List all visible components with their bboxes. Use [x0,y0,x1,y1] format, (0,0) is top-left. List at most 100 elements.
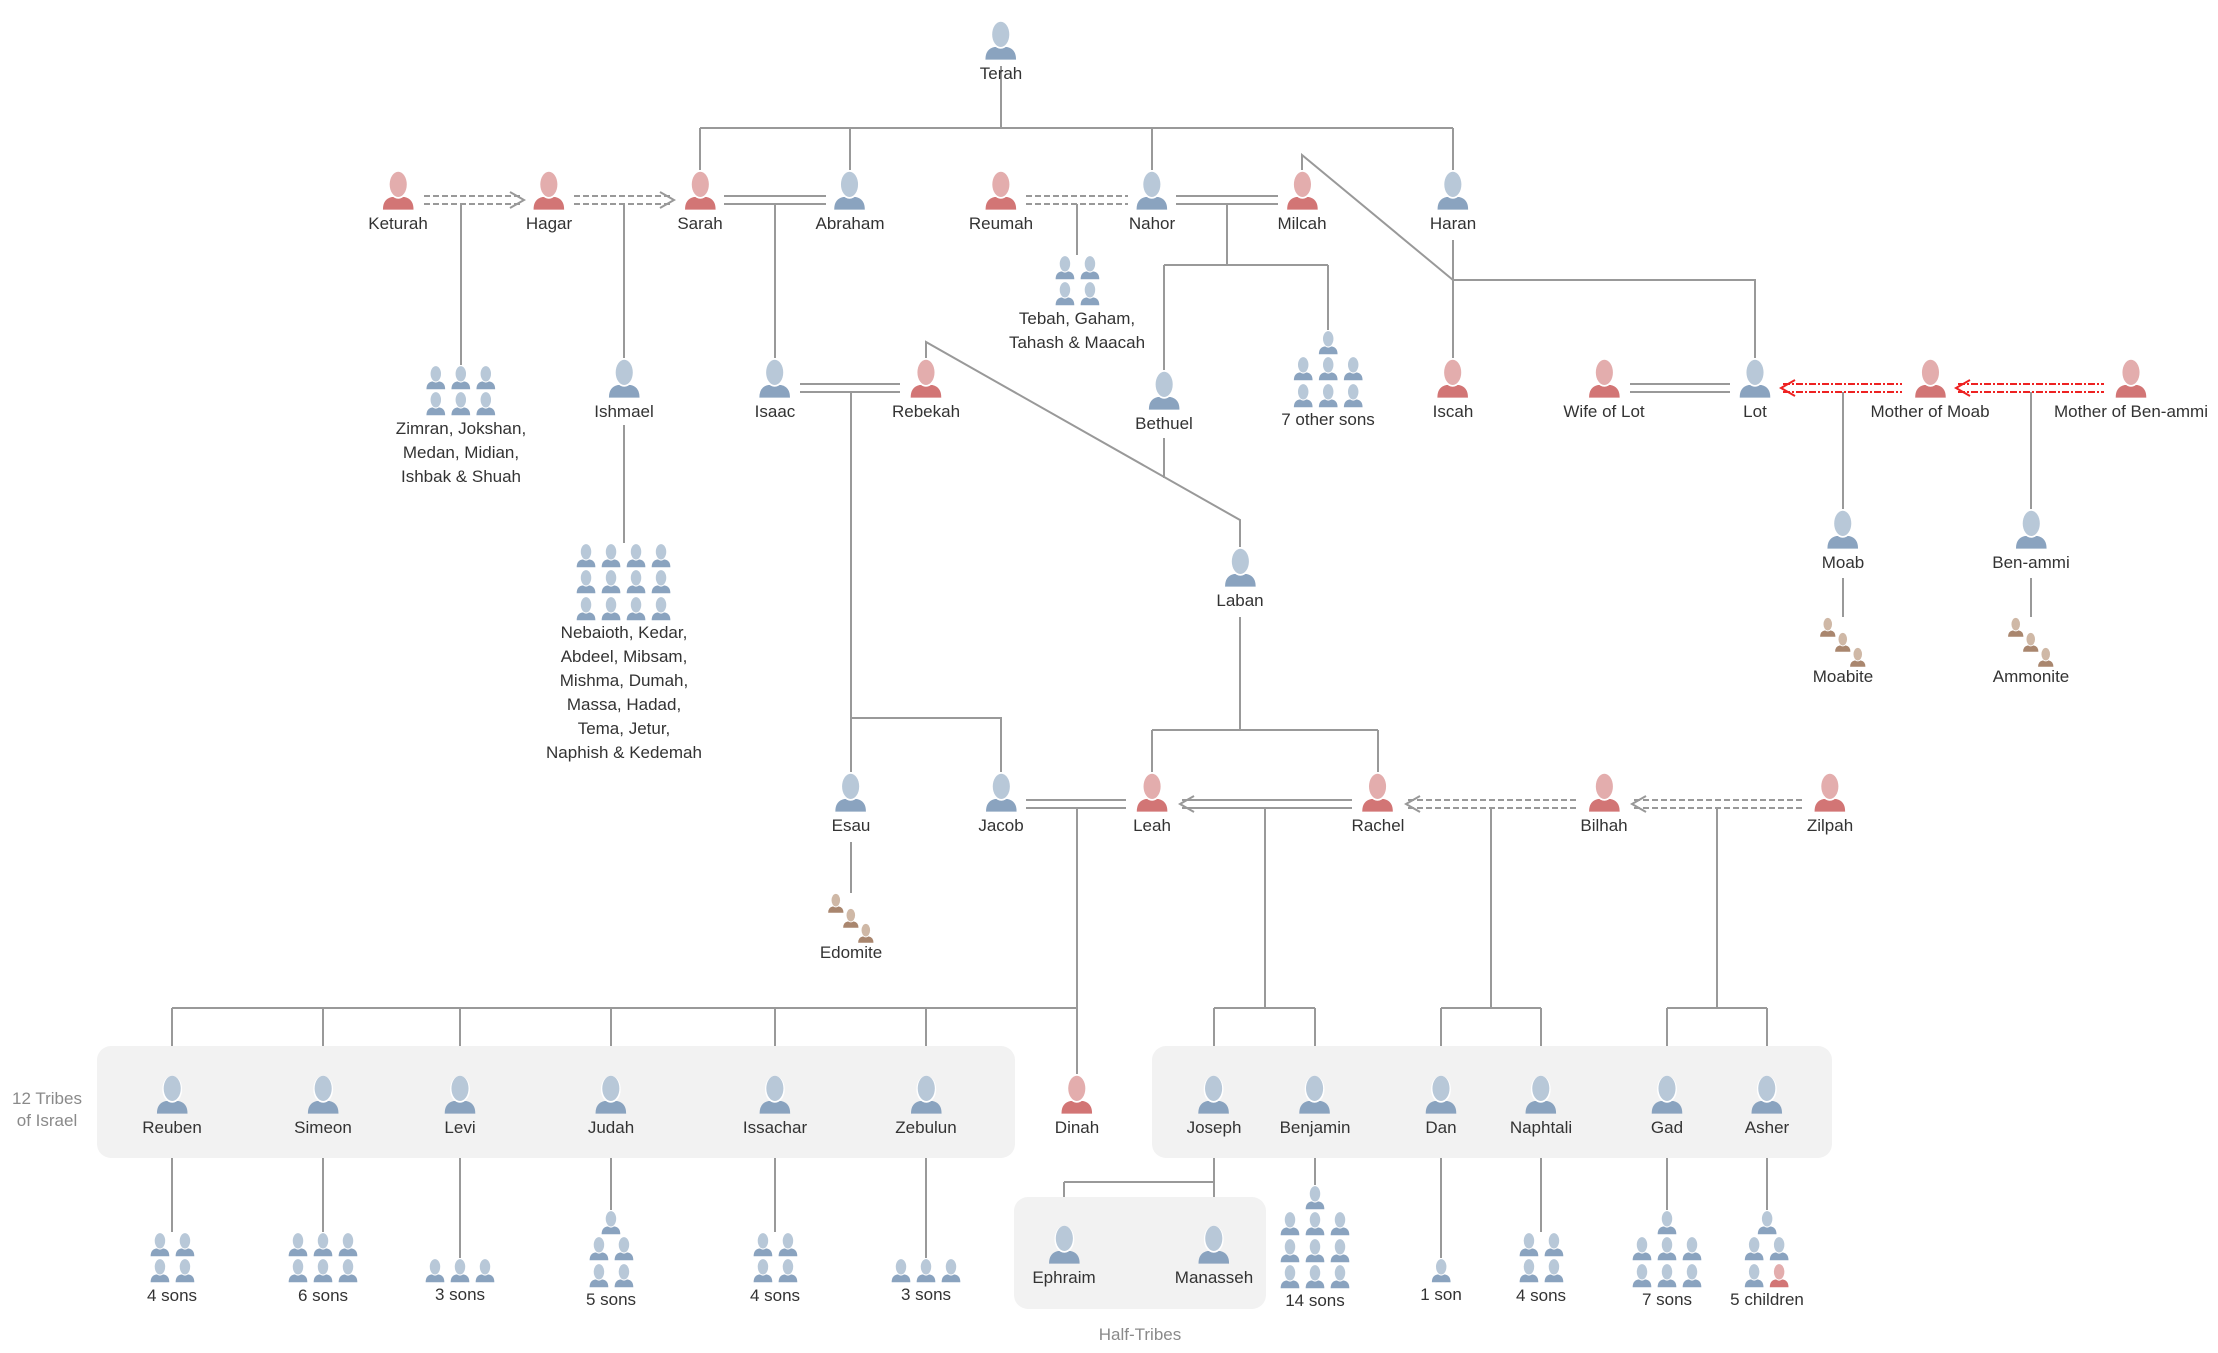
twelve-tribes-label: 12 Tribes of Israel [12,1089,82,1130]
person-name: Joseph [1186,1118,1242,1138]
male-child-icon [576,569,598,594]
person-naphtali[interactable]: Naphtali [1510,1074,1572,1139]
person-levi[interactable]: Levi [442,1074,478,1139]
person-rebekah[interactable]: Rebekah [892,358,960,423]
person-name: Leah [1133,816,1171,836]
person-rachel[interactable]: Rachel [1352,772,1404,837]
person-dan[interactable]: Dan [1423,1074,1459,1139]
person-joseph[interactable]: Joseph [1186,1074,1242,1139]
children-icon-grid [890,1258,962,1283]
group-naphtali-sons[interactable]: 4 sons [1516,1232,1566,1308]
person-bilhah[interactable]: Bilhah [1580,772,1628,837]
male-child-icon [1304,1264,1326,1289]
person-name: Ephraim [1032,1268,1096,1288]
person-judah[interactable]: Judah [588,1074,634,1139]
male-person-icon [305,1074,341,1115]
person-abraham[interactable]: Abraham [816,170,884,235]
male-child-icon [1430,1258,1452,1283]
male-person-icon [1046,1224,1082,1265]
male-child-icon [174,1232,196,1257]
person-jacob[interactable]: Jacob [978,772,1024,837]
person-mother-of-ben-ammi[interactable]: Mother of Ben-ammi [2054,358,2208,423]
male-child-icon [287,1258,309,1283]
male-child-icon [915,1258,937,1283]
person-gad[interactable]: Gad [1649,1074,1685,1139]
male-child-icon [1656,1210,1678,1235]
person-ephraim[interactable]: Ephraim [1032,1224,1096,1289]
person-ben-ammi[interactable]: Ben-ammi [1992,509,2070,574]
person-asher[interactable]: Asher [1745,1074,1789,1139]
person-issachar[interactable]: Issachar [743,1074,807,1139]
person-terah[interactable]: Terah [980,20,1022,85]
person-name: Naphtali [1509,1118,1573,1138]
group-ishmael-sons[interactable]: Nebaioth, Kedar, Abdeel, Mibsam, Mishma,… [546,543,702,765]
person-name: Esau [831,816,871,836]
male-child-icon [449,1258,471,1283]
person-zilpah[interactable]: Zilpah [1807,772,1853,837]
person-reuben[interactable]: Reuben [142,1074,202,1139]
person-mother-of-moab[interactable]: Mother of Moab [1870,358,1990,423]
group-label: 3 sons [900,1285,952,1305]
person-iscah[interactable]: Iscah [1433,358,1473,423]
descent-line [925,340,1241,547]
person-lot[interactable]: Lot [1737,358,1773,423]
person-ishmael[interactable]: Ishmael [594,358,654,423]
person-milcah[interactable]: Milcah [1277,170,1327,235]
person-name: Simeon [294,1118,352,1138]
group-label: 4 sons [146,1285,198,1305]
group-edomite[interactable]: Edomite [820,893,882,965]
group-issachar-sons[interactable]: 4 sons [750,1232,800,1308]
person-wife-of-lot[interactable]: Wife of Lot [1563,358,1645,423]
children-icon-grid [1430,1258,1452,1283]
group-simeon-sons[interactable]: 6 sons [287,1232,359,1308]
female-person-icon [2113,358,2149,399]
group-reuben-sons[interactable]: 4 sons [147,1232,197,1308]
male-child-icon [601,596,623,621]
male-person-icon [757,358,793,399]
group-asher-children[interactable]: 5 children [1730,1210,1804,1312]
person-leah[interactable]: Leah [1133,772,1171,837]
group-label: Nebaioth, Kedar, Abdeel, Mibsam, Mishma,… [546,622,702,762]
group-milcah-other-sons[interactable]: 7 other sons [1281,330,1375,432]
person-sarah[interactable]: Sarah [677,170,723,235]
group-ammonite[interactable]: Ammonite [1993,617,2069,689]
person-reumah[interactable]: Reumah [969,170,1033,235]
group-reumah-sons[interactable]: Tebah, Gaham, Tahash & Maacah [1009,255,1145,355]
children-icon-grid [425,365,497,417]
person-name: Zebulun [895,1118,957,1138]
children-icon-grid [1518,1232,1565,1284]
group-levi-sons[interactable]: 3 sons [424,1258,496,1307]
person-manasseh[interactable]: Manasseh [1175,1224,1253,1289]
person-hagar[interactable]: Hagar [526,170,572,235]
person-zebulun[interactable]: Zebulun [895,1074,957,1139]
person-haran[interactable]: Haran [1430,170,1476,235]
male-child-icon [651,596,673,621]
person-isaac[interactable]: Isaac [755,358,795,423]
male-child-icon [651,543,673,568]
male-child-icon [1518,1232,1540,1257]
group-dan-sons[interactable]: 1 son [1420,1258,1462,1307]
group-label: Moabite [1812,667,1874,686]
group-gad-sons[interactable]: 7 sons [1631,1210,1703,1312]
group-benjamin-sons[interactable]: 14 sons [1279,1185,1351,1313]
group-zebulun-sons[interactable]: 3 sons [890,1258,962,1307]
person-benjamin[interactable]: Benjamin [1280,1074,1350,1139]
person-dinah[interactable]: Dinah [1055,1074,1099,1139]
person-keturah[interactable]: Keturah [368,170,428,235]
male-child-icon [424,1258,446,1283]
person-bethuel[interactable]: Bethuel [1135,370,1193,435]
male-child-icon [1079,255,1101,280]
group-moabite[interactable]: Moabite [1813,617,1873,689]
male-child-icon [1631,1263,1653,1288]
male-child-icon [613,1236,635,1261]
person-nahor[interactable]: Nahor [1129,170,1175,235]
person-simeon[interactable]: Simeon [294,1074,352,1139]
person-name: Dinah [1054,1118,1100,1138]
person-laban[interactable]: Laban [1216,547,1264,612]
person-name: Reumah [968,214,1034,234]
person-esau[interactable]: Esau [831,772,871,837]
group-judah-sons[interactable]: 5 sons [586,1210,636,1312]
children-icon-grid [1292,330,1364,408]
person-moab[interactable]: Moab [1822,509,1864,574]
group-keturah-sons[interactable]: Zimran, Jokshan, Medan, Midian, Ishbak &… [396,365,526,489]
